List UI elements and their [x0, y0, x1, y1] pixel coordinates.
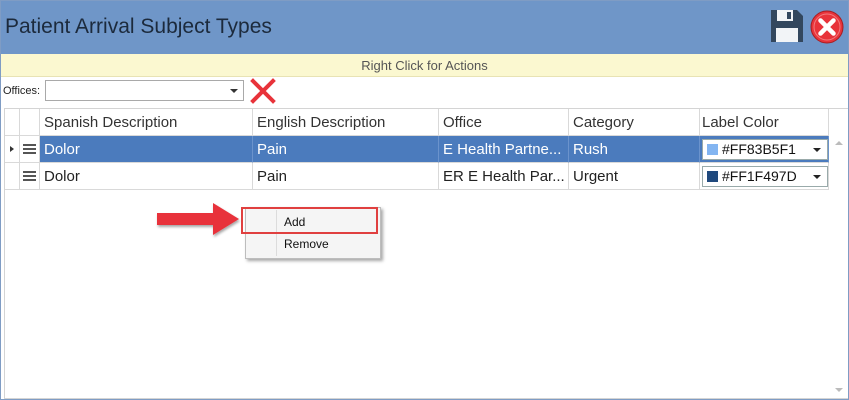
color-value: #FF1F497D	[722, 168, 797, 184]
table-row[interactable]: Dolor Pain E Health Partne... Rush #FF83…	[5, 136, 829, 163]
menu-item-remove[interactable]: Remove	[246, 234, 380, 255]
window: Patient Arrival Subject Types Right Clic…	[0, 0, 849, 400]
drag-handle-icon	[23, 171, 36, 181]
color-swatch	[707, 171, 718, 182]
window-title: Patient Arrival Subject Types	[5, 15, 272, 38]
save-button[interactable]	[769, 8, 805, 44]
column-header-spanish[interactable]: Spanish Description	[40, 109, 253, 136]
cell-english[interactable]: Pain	[253, 163, 439, 190]
chevron-down-icon	[813, 148, 821, 152]
offices-label: Offices:	[3, 85, 41, 97]
color-picker[interactable]: #FF83B5F1	[702, 139, 828, 160]
color-picker[interactable]: #FF1F497D	[702, 166, 828, 187]
clear-filter-button[interactable]	[250, 78, 276, 104]
annotation-highlight-box	[241, 207, 378, 234]
cell-label-color[interactable]: #FF83B5F1	[700, 136, 829, 163]
cell-spanish[interactable]: Dolor	[40, 163, 253, 190]
offices-dropdown[interactable]	[45, 80, 244, 101]
column-header-category[interactable]: Category	[569, 109, 700, 136]
color-value: #FF83B5F1	[722, 141, 796, 157]
scroll-down-icon[interactable]	[835, 388, 843, 392]
title-bar: Patient Arrival Subject Types	[1, 1, 848, 54]
header-handle	[20, 109, 40, 136]
row-indicator	[5, 163, 20, 190]
data-grid: Spanish Description English Description …	[4, 108, 848, 399]
annotation-arrow-icon	[157, 203, 239, 235]
column-header-office[interactable]: Office	[439, 109, 569, 136]
cell-office[interactable]: ER E Health Par...	[439, 163, 569, 190]
close-button[interactable]	[810, 10, 844, 44]
column-header-english[interactable]: English Description	[253, 109, 439, 136]
caret-right-icon	[10, 146, 14, 152]
table-row[interactable]: Dolor Pain ER E Health Par... Urgent #FF…	[5, 163, 829, 190]
red-x-icon	[250, 78, 276, 104]
cell-category[interactable]: Rush	[569, 136, 700, 163]
drag-handle[interactable]	[20, 136, 40, 163]
cell-label-color[interactable]: #FF1F497D	[700, 163, 829, 190]
floppy-disk-icon	[771, 10, 803, 42]
vertical-scrollbar[interactable]	[831, 136, 847, 397]
hint-text: Right Click for Actions	[361, 58, 488, 73]
chevron-down-icon	[230, 89, 238, 93]
cell-category[interactable]: Urgent	[569, 163, 700, 190]
column-header-label-color[interactable]: Label Color	[700, 109, 829, 136]
drag-handle-icon	[23, 144, 36, 154]
color-swatch	[707, 144, 718, 155]
cell-office[interactable]: E Health Partne...	[439, 136, 569, 163]
scroll-up-icon[interactable]	[835, 141, 843, 145]
cell-spanish[interactable]: Dolor	[40, 136, 253, 163]
drag-handle[interactable]	[20, 163, 40, 190]
hint-bar: Right Click for Actions	[1, 54, 848, 77]
header-indicator	[5, 109, 20, 136]
row-indicator	[5, 136, 20, 163]
chevron-down-icon	[813, 175, 821, 179]
cell-english[interactable]: Pain	[253, 136, 439, 163]
close-circle-icon	[810, 10, 844, 44]
grid-header: Spanish Description English Description …	[5, 109, 829, 136]
